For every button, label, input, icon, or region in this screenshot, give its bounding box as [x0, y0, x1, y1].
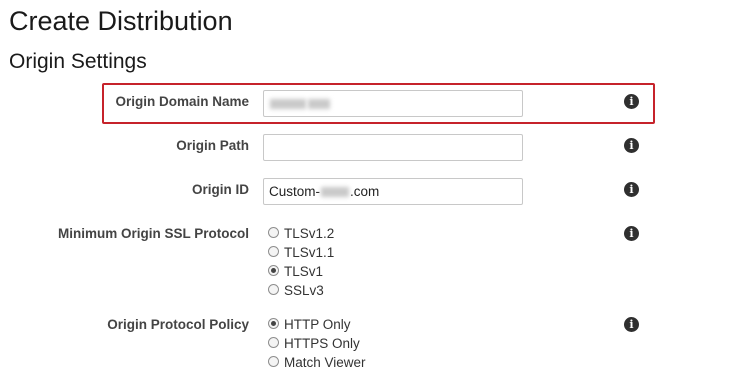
radio-label: HTTPS Only	[284, 336, 360, 351]
min-ssl-protocol-label: Minimum Origin SSL Protocol	[57, 226, 249, 241]
radio-button-selected[interactable]	[268, 265, 279, 276]
origin-domain-name-label: Origin Domain Name	[115, 94, 249, 109]
info-icon[interactable]: i	[624, 138, 639, 153]
section-title: Origin Settings	[9, 50, 147, 73]
radio-label: SSLv3	[284, 283, 324, 298]
radio-button[interactable]	[268, 227, 279, 238]
origin-id-label: Origin ID	[192, 182, 249, 197]
radio-label: Match Viewer	[284, 355, 366, 370]
origin-id-input[interactable]: Custom- .com	[263, 178, 523, 205]
info-icon[interactable]: i	[624, 94, 639, 109]
radio-label: TLSv1.1	[284, 245, 335, 260]
info-icon[interactable]: i	[624, 226, 639, 241]
redacted-text	[321, 187, 350, 198]
radio-label: TLSv1.2	[284, 226, 335, 241]
origin-protocol-policy-label: Origin Protocol Policy	[107, 317, 249, 332]
radio-button[interactable]	[268, 337, 279, 348]
info-icon[interactable]: i	[624, 182, 639, 197]
radio-label: TLSv1	[284, 264, 324, 279]
page-title: Create Distribution	[9, 6, 233, 36]
radio-button-selected[interactable]	[268, 318, 279, 329]
radio-button[interactable]	[268, 246, 279, 257]
origin-id-suffix: .com	[350, 184, 380, 199]
redacted-text	[270, 99, 306, 110]
info-icon[interactable]: i	[624, 317, 639, 332]
origin-path-input[interactable]	[263, 134, 523, 161]
redacted-text	[308, 99, 330, 110]
radio-button[interactable]	[268, 356, 279, 367]
origin-path-label: Origin Path	[176, 138, 249, 153]
radio-label: HTTP Only	[284, 317, 351, 332]
origin-domain-name-input[interactable]	[263, 90, 523, 117]
radio-button[interactable]	[268, 284, 279, 295]
origin-id-prefix: Custom-	[269, 184, 321, 199]
